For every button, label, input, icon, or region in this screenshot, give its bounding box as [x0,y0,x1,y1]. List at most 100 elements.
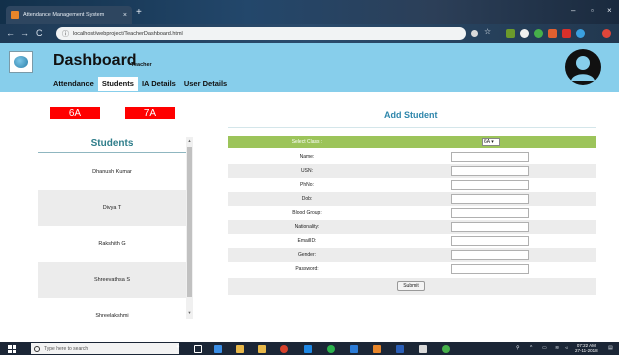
submit-button[interactable]: Submit [397,281,425,291]
profile-icon[interactable] [602,29,611,38]
url-bar[interactable]: ⓘ localhost/webproject/TeacherDashboard.… [56,27,466,40]
form-row-usn: USN: [228,164,596,178]
taskbar-app-icon[interactable] [258,345,266,353]
new-tab-button[interactable]: + [136,8,142,18]
students-panel: Students Dhanush Kumar Divya T Rakshith … [38,137,194,322]
scrollbar-thumb[interactable] [187,147,192,297]
close-tab-icon[interactable]: × [123,12,127,19]
name-field[interactable] [451,152,529,162]
form-row-email: EmailID: [228,234,596,248]
menu-item-user-details[interactable]: User Details [180,77,231,91]
task-view-icon[interactable] [194,345,202,353]
dob-field[interactable] [451,194,529,204]
microphone-icon[interactable]: ● [176,344,184,352]
extension-icon[interactable] [576,29,585,38]
edge-icon[interactable] [304,345,312,353]
info-icon[interactable]: ⓘ [62,29,69,39]
scroll-up-icon[interactable]: ▲ [186,138,193,143]
email-label: EmailID: [297,238,317,244]
form-row-password: Password: [228,262,596,276]
students-heading: Students [38,137,186,153]
photos-icon[interactable] [419,345,427,353]
people-icon[interactable]: ⚲ [516,345,520,351]
dob-label: Dob: [301,196,313,202]
maximize-button[interactable]: ▫ [591,6,594,15]
taskbar-app-icon[interactable] [214,345,222,353]
battery-icon[interactable]: ▭ [542,345,547,351]
forward-icon[interactable]: → [20,28,29,38]
notifications-icon[interactable]: ▤ [608,345,613,351]
file-explorer-icon[interactable] [236,345,244,353]
password-label: Password: [295,266,319,272]
select-class-label: Select Class : [291,139,323,145]
wifi-icon[interactable]: ≋ [555,345,559,351]
extension-icon[interactable] [534,29,543,38]
chrome-icon[interactable] [280,345,288,353]
form-row-gender: Gender: [228,248,596,262]
form-row-phno: PhNo: [228,178,596,192]
volume-icon[interactable]: ◃ [565,345,568,351]
password-field[interactable] [451,264,529,274]
nationality-field[interactable] [451,222,529,232]
clock[interactable]: 07:22 AM 27-11-2018 [575,343,598,353]
students-scrollbar[interactable]: ▲ ▼ [186,137,193,319]
taskbar-app-icon[interactable] [327,345,335,353]
taskbar-app-icon[interactable] [442,345,450,353]
main-menu: Attendance Students IA Details User Deta… [49,77,231,91]
word-icon[interactable] [396,345,404,353]
url-text: localhost/webproject/TeacherDashboard.ht… [73,30,183,37]
menu-item-students[interactable]: Students [97,77,138,91]
close-window-button[interactable]: × [607,6,612,15]
list-item[interactable]: Shreevathsa S [38,262,186,298]
gender-field[interactable] [451,250,529,260]
class-select[interactable]: 6A ▾ [482,138,500,146]
list-item[interactable]: Dhanush Kumar [38,154,186,190]
app-header: Dashboard Teacher Attendance Students IA… [0,43,619,92]
blood-group-label: Blood Group: [292,210,322,216]
list-item[interactable]: Divya T [38,190,186,226]
gender-label: Gender: [297,252,317,258]
user-avatar-icon[interactable] [563,48,603,86]
browser-tab[interactable]: Attendance Management System × [6,6,132,24]
list-item[interactable]: Shreelakshmi [38,298,186,322]
extension-icon[interactable] [520,29,529,38]
phno-field[interactable] [451,180,529,190]
page-title: Dashboard [53,52,137,69]
extension-icon[interactable] [506,29,515,38]
usn-field[interactable] [451,166,529,176]
taskbar-search-input[interactable]: Type here to search [31,343,179,354]
tray-chevron-icon[interactable]: ^ [530,345,532,351]
globe-icon [14,56,28,68]
reload-icon[interactable]: C [36,28,43,38]
add-student-heading: Add Student [384,110,438,120]
form-row-nationality: Nationality: [228,220,596,234]
blood-group-field[interactable] [451,208,529,218]
taskbar: Type here to search ● ⚲ ^ ▭ ≋ ◃ 07:22 AM… [0,342,619,355]
scroll-down-icon[interactable]: ▼ [186,310,193,315]
select-class-row: Select Class : [228,136,596,148]
class-button-7a[interactable]: 7A [125,107,175,119]
form-row-blood-group: Blood Group: [228,206,596,220]
extension-icon[interactable] [548,29,557,38]
minimize-button[interactable]: – [571,6,575,15]
name-label: Name: [299,154,315,160]
email-field[interactable] [451,236,529,246]
form-row-dob: Dob: [228,192,596,206]
form-row-name: Name: [228,150,596,164]
windows-start-icon[interactable] [8,345,16,353]
college-logo [9,51,33,73]
menu-item-attendance[interactable]: Attendance [49,77,98,91]
search-placeholder: Type here to search [44,345,89,352]
menu-item-ia-details[interactable]: IA Details [138,77,180,91]
key-icon[interactable] [471,30,478,37]
bookmark-star-icon[interactable]: ☆ [484,27,493,36]
extension-icon[interactable] [562,29,571,38]
class-button-6a[interactable]: 6A [50,107,100,119]
back-icon[interactable]: ← [6,28,15,38]
divider [228,127,596,128]
usn-label: USN: [301,168,313,174]
taskbar-app-icon[interactable] [350,345,358,353]
clock-date: 27-11-2018 [575,348,598,353]
taskbar-app-icon[interactable] [373,345,381,353]
list-item[interactable]: Rakshith G [38,226,186,262]
